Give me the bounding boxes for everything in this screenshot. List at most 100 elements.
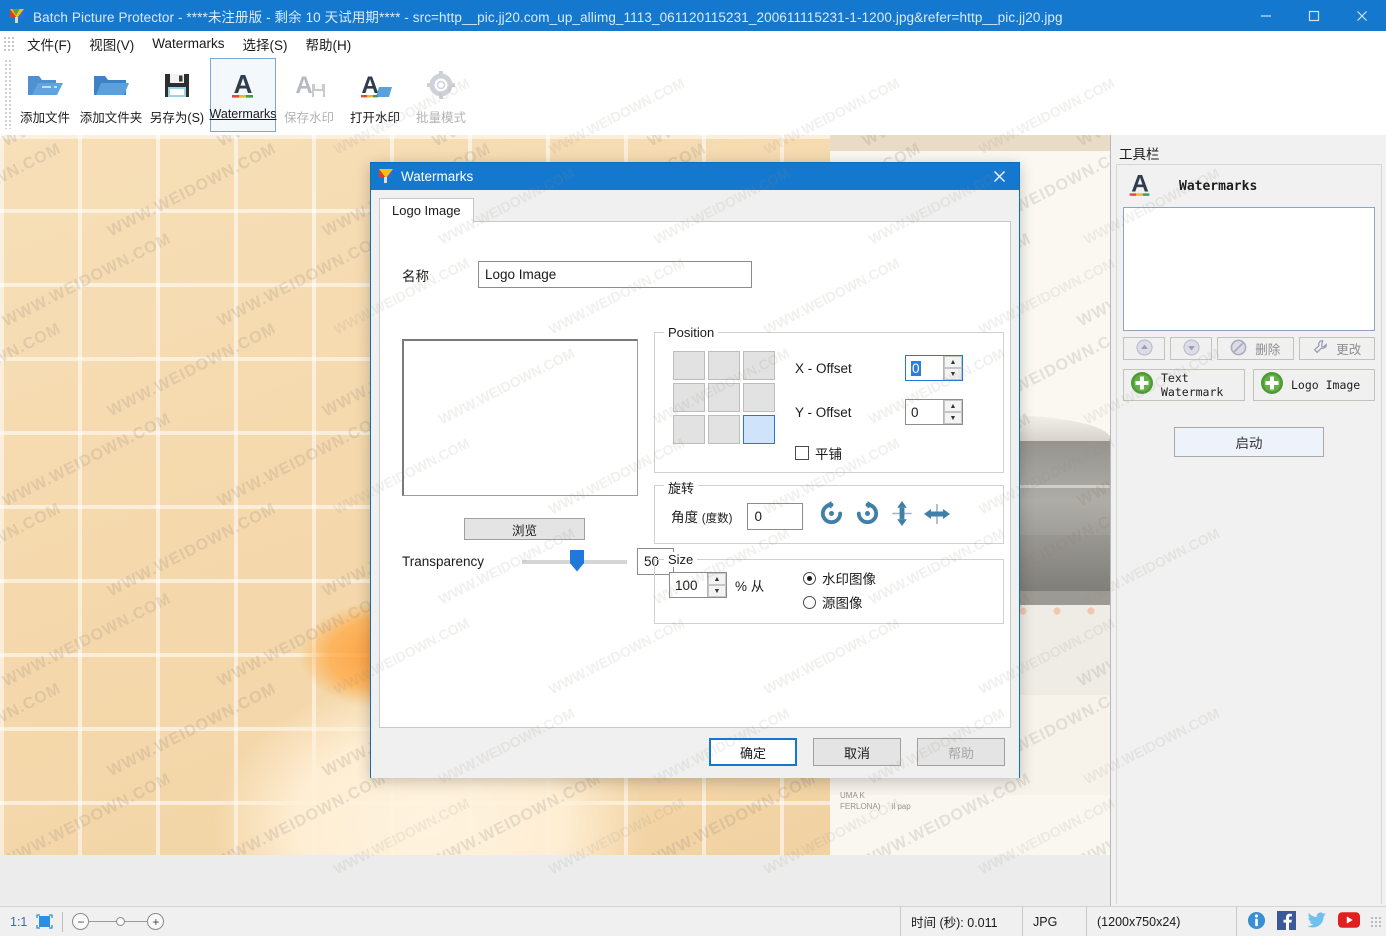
dialog-help-button[interactable]: 帮助	[917, 738, 1005, 766]
delete-button[interactable]: 删除	[1217, 337, 1294, 360]
toolbar-button-open-watermark[interactable]: A 打开水印	[342, 58, 408, 132]
close-button[interactable]	[1338, 0, 1386, 31]
menu-item-select[interactable]: 选择(S)	[234, 31, 297, 57]
tile-checkbox-row[interactable]: 平铺	[795, 443, 842, 463]
dialog-ok-button[interactable]: 确定	[709, 738, 797, 766]
name-input[interactable]: Logo Image	[478, 261, 752, 288]
size-group: Size 100 ▲ ▼ % 从 水印图像 源图像	[654, 552, 1004, 624]
size-option-source-image-label: 源图像	[822, 596, 863, 611]
transparency-slider-thumb[interactable]	[570, 549, 584, 572]
preview-bottom-strip	[0, 855, 1110, 906]
rotate-right-icon[interactable]	[854, 500, 881, 532]
save-watermark-icon: A	[291, 65, 327, 105]
add-logo-image-button[interactable]: Logo Image	[1253, 369, 1375, 401]
toolbar-button-add-folder[interactable]: 添加文件夹	[78, 58, 144, 132]
position-cell-bottom-center[interactable]	[708, 415, 740, 444]
toolbar-button-add-file[interactable]: 添加文件	[12, 58, 78, 132]
y-offset-row: Y - Offset 0 ▲ ▼	[795, 399, 963, 425]
dialog-cancel-button[interactable]: 取消	[813, 738, 901, 766]
maximize-button[interactable]	[1290, 0, 1338, 31]
size-percent-up-arrow[interactable]: ▲	[708, 573, 726, 585]
angle-input[interactable]: 0	[747, 502, 804, 530]
position-cell-top-center[interactable]	[708, 351, 740, 380]
toolbar-button-save-watermark[interactable]: A 保存水印	[276, 58, 342, 132]
position-cell-bottom-left[interactable]	[673, 415, 705, 444]
position-cell-middle-left[interactable]	[673, 383, 705, 412]
position-cell-bottom-right[interactable]	[743, 415, 775, 444]
watermark-text: WWW.WEIDOWN.COM	[215, 410, 389, 511]
dialog-close-button[interactable]	[979, 163, 1019, 190]
zoom-slider-track[interactable]	[89, 917, 148, 926]
menu-item-watermarks[interactable]: Watermarks	[143, 33, 233, 54]
add-text-watermark-button[interactable]: Text Watermark	[1123, 369, 1245, 401]
move-up-button[interactable]	[1123, 337, 1165, 360]
menu-item-help[interactable]: 帮助(H)	[297, 31, 361, 57]
resize-grip[interactable]	[1370, 915, 1382, 928]
x-offset-down-arrow[interactable]: ▼	[944, 368, 962, 380]
x-offset-up-arrow[interactable]: ▲	[944, 356, 962, 368]
menu-grip-handle[interactable]	[4, 34, 14, 53]
flip-vertical-icon[interactable]	[890, 500, 914, 532]
menu-item-file[interactable]: 文件(F)	[18, 31, 80, 57]
y-offset-spinner[interactable]: 0 ▲ ▼	[905, 399, 963, 425]
start-button[interactable]: 启动	[1174, 427, 1324, 457]
position-cell-top-right[interactable]	[743, 351, 775, 380]
zoom-ratio-label[interactable]: 1:1	[10, 915, 27, 929]
watermark-text: WWW.WEIDOWN.COM	[105, 140, 279, 241]
info-icon[interactable]	[1247, 911, 1266, 933]
facebook-icon[interactable]	[1277, 910, 1296, 933]
x-offset-spinner[interactable]: 0 ▲ ▼	[905, 355, 963, 381]
size-source-options: 水印图像 源图像	[803, 566, 876, 614]
zoom-out-button[interactable]: −	[72, 913, 90, 930]
tile-checkbox[interactable]	[795, 446, 809, 460]
rotate-left-icon[interactable]	[818, 500, 845, 532]
move-down-icon	[1182, 338, 1200, 359]
y-offset-up-arrow[interactable]: ▲	[944, 400, 962, 412]
browse-button[interactable]: 浏览	[464, 518, 585, 540]
move-down-button[interactable]	[1170, 337, 1212, 360]
watermark-text: WWW.WEIDOWN.COM	[0, 320, 64, 421]
size-option-watermark-image[interactable]: 水印图像	[803, 566, 876, 590]
logo-preview-box[interactable]	[402, 339, 638, 496]
zoom-slider-knob[interactable]	[116, 917, 126, 926]
size-percent-row: 100 ▲ ▼ % 从	[669, 572, 764, 598]
toolbar-label-add-file: 添加文件	[19, 111, 70, 125]
fit-to-window-icon[interactable]	[36, 914, 54, 929]
watermarks-section-header: A Watermarks	[1117, 165, 1381, 207]
add-logo-image-label: Logo Image	[1291, 378, 1361, 392]
size-option-source-image[interactable]: 源图像	[803, 590, 876, 614]
toolbar-button-save-as[interactable]: 另存为(S)	[144, 58, 210, 132]
size-percent-down-arrow[interactable]: ▼	[708, 585, 726, 597]
watermark-text: WWW.WEIDOWN.COM	[645, 770, 819, 855]
tab-logo-image[interactable]: Logo Image	[379, 198, 474, 223]
window-controls	[1242, 0, 1386, 31]
position-cell-middle-right[interactable]	[743, 383, 775, 412]
status-bar: 1:1 − + 时间 (秒): 0.011 JPG (1200x750x24)	[0, 906, 1386, 936]
position-group: Position X - Offset 0 ▲ ▼ Y - Offset 0 ▲…	[654, 325, 1004, 473]
size-radio-watermark-image[interactable]	[803, 571, 816, 585]
x-offset-value: 0	[911, 360, 921, 376]
dialog-button-row: 确定 取消 帮助	[709, 738, 1005, 766]
minimize-button[interactable]	[1242, 0, 1290, 31]
size-percent-spinner[interactable]: 100 ▲ ▼	[669, 572, 727, 598]
transparency-slider[interactable]	[522, 549, 627, 575]
menu-item-view[interactable]: 视图(V)	[80, 31, 143, 57]
toolbar-button-batch-mode[interactable]: 批量模式	[408, 58, 474, 132]
size-radio-source-image[interactable]	[803, 595, 816, 609]
watermarks-list[interactable]	[1123, 207, 1375, 331]
position-cell-middle-center[interactable]	[708, 383, 740, 412]
dialog-tab-strip: Logo Image	[379, 198, 1011, 223]
toolbar-grip-handle[interactable]	[4, 59, 12, 129]
zoom-slider[interactable]: − +	[72, 913, 165, 930]
modify-button[interactable]: 更改	[1298, 337, 1375, 360]
youtube-icon[interactable]	[1338, 912, 1360, 931]
twitter-icon[interactable]	[1307, 911, 1327, 932]
flip-horizontal-icon[interactable]	[923, 502, 951, 531]
y-offset-down-arrow[interactable]: ▼	[944, 412, 962, 424]
position-cell-top-left[interactable]	[673, 351, 705, 380]
zoom-in-button[interactable]: +	[147, 913, 165, 930]
watermarks-icon: A	[227, 65, 259, 105]
watermark-text: WWW.WEIDOWN.COM	[105, 320, 279, 421]
toolbar-button-watermarks[interactable]: A Watermarks	[210, 58, 276, 132]
watermark-text: WWW.WEIDOWN.COM	[105, 500, 279, 601]
